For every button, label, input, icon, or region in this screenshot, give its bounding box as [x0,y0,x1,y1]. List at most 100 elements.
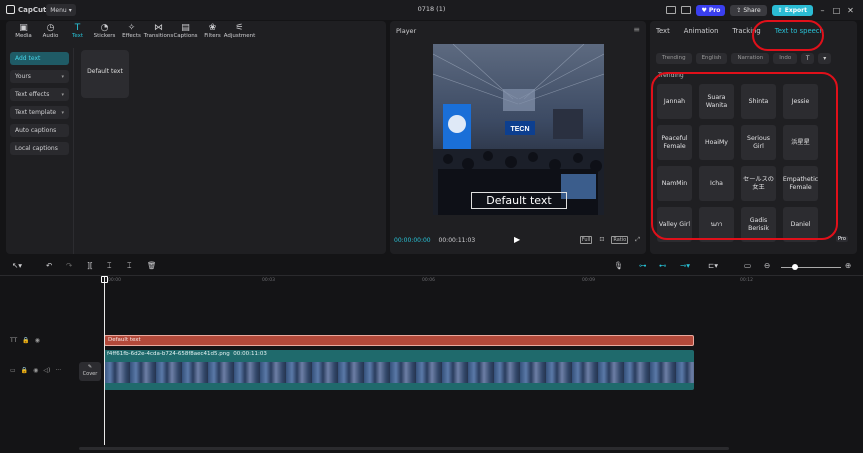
tab-label: Effects [122,33,141,39]
tab-audio[interactable]: ◷ Audio [37,21,64,45]
cover-button[interactable]: ✎ Cover [79,362,101,381]
tab-text[interactable]: Text [656,27,670,35]
eye-icon[interactable]: ◉ [35,337,40,344]
main-track-controls: ▭ 🔒 ◉ ◁) ··· [10,367,61,374]
sidebar-item-add-text[interactable]: Add text [10,52,69,65]
snap-icon[interactable]: ⊏▾ [708,261,718,270]
effects-icon: ✧ [127,23,136,33]
text-track-icon: TT [10,337,18,344]
clip-filename: f4ff61fb-6d2e-4cda-b724-658f8aec41d5.png [107,351,230,357]
tab-stickers[interactable]: ◔ Stickers [91,21,118,45]
hamburger-icon[interactable]: ≡ [633,25,640,34]
media-icon: ▣ [19,23,28,33]
chip-trending[interactable]: Trending [656,53,692,64]
sidebar-item-text-effects[interactable]: Text effects ▾ [10,88,69,101]
sidebar-item-local-captions[interactable]: Local captions [10,142,69,155]
transitions-icon: ⋈ [154,23,163,33]
lock-icon[interactable]: 🔒 [21,367,28,374]
player-panel: Player ≡ TECN Default text 00:00:00:00 0… [390,21,646,254]
stickers-icon: ◔ [100,23,109,33]
chevron-down-icon: ▾ [61,73,64,80]
audio-mute-icon[interactable]: ◁) [43,367,50,374]
zoom-in-icon[interactable]: ⊕ [845,261,851,270]
tab-captions[interactable]: ▤ Captions [172,21,199,45]
tab-label: Transitions [143,33,174,39]
microphone-icon[interactable]: 🎙 [614,261,624,270]
left-panel: ▣ Media ◷ Audio T Text ◔ Stickers ✧ Effects ⋈… [6,21,386,254]
playhead-handle[interactable] [101,276,108,283]
chip-narration[interactable]: Narration [731,53,770,64]
ruler-label: 00:09 [582,278,595,283]
tab-effects[interactable]: ✧ Effects [118,21,145,45]
default-text-card[interactable]: Default text [81,50,129,98]
zoom-slider[interactable] [781,267,841,268]
split-icon[interactable]: ][ [87,261,93,270]
video-preview[interactable]: TECN Default text [433,44,604,215]
select-tool-icon[interactable]: ↖▾ [12,261,22,270]
sidebar-item-text-template[interactable]: Text template ▾ [10,106,69,119]
zoom-slider-knob[interactable] [792,264,798,270]
edit-icon: ✎ [87,364,93,370]
playhead[interactable] [104,277,105,445]
chevron-down-icon[interactable]: ▾ [818,53,832,64]
caption-track-icon[interactable]: ▭ [744,261,751,270]
video-clip[interactable]: f4ff61fb-6d2e-4cda-b724-658f8aec41d5.png… [104,350,694,390]
timeline-ruler[interactable]: 00:00 00:03 00:06 00:09 00:12 [78,277,863,287]
clip-duration: 00:00:11:03 [233,351,267,357]
tab-media[interactable]: ▣ Media [10,21,37,45]
play-icon[interactable]: ▶ [514,235,520,244]
close-icon[interactable]: ✕ [846,6,855,15]
text-clip[interactable]: Default text [104,335,694,346]
tab-filters[interactable]: ❀ Filters [199,21,226,45]
text-size-icon[interactable]: T [801,53,815,64]
lock-icon[interactable]: 🔒 [22,337,29,344]
tab-transitions[interactable]: ⋈ Transitions [143,21,174,45]
highlight-circle [651,72,838,240]
player-title: Player [396,27,417,35]
chip-english[interactable]: English [695,53,728,64]
video-track-icon: ▭ [10,367,16,374]
title-bar: CapCut Menu ▾ 0718 (1) ♥ Pro ⇪ Share ⇧ E… [0,0,863,20]
full-button[interactable]: Full [579,236,593,244]
highlight-circle [752,20,824,51]
text-track-controls: TT 🔒 ◉ [10,337,40,344]
pro-button[interactable]: ♥ Pro [696,4,726,16]
fullscreen-icon[interactable]: ⤢ [635,236,640,244]
maximize-icon[interactable]: □ [832,6,841,15]
trim-left-icon[interactable]: ⌶ [107,261,112,271]
adjustment-icon: ⚟ [235,23,244,33]
ruler-label: 00:00 [108,278,121,283]
sidebar-item-yours[interactable]: Yours ▾ [10,70,69,83]
timeline-toolbar: ↖▾ ↶ ↷ ][ ⌶ ⌶ 🗑 🎙 ⊶ ⊷ ⊸▾ ⊏▾ ▭ ⊖ ⊕ [0,258,863,276]
crop-icon[interactable]: ⊡ [599,236,604,244]
tab-adjustment[interactable]: ⚟ Adjustment [224,21,256,45]
delete-icon[interactable]: 🗑 [147,261,157,270]
redo-icon[interactable]: ↷ [66,261,72,270]
timeline-scrollbar[interactable] [79,447,729,450]
magnet-icon[interactable]: ⊶ [639,261,647,270]
zoom-out-icon[interactable]: ⊖ [764,261,770,270]
tab-text[interactable]: T Text [64,21,91,45]
preview-axis-icon[interactable]: ⊸▾ [680,261,690,270]
export-button[interactable]: ⇧ Export [771,4,813,16]
sidebar-item-label: Text template [15,109,57,116]
share-button[interactable]: ⇪ Share [730,4,767,16]
tab-animation[interactable]: Animation [684,27,719,35]
layout-icon[interactable] [666,6,677,14]
ratio-button[interactable]: Ratio [611,236,629,244]
captions-icon: ▤ [181,23,190,33]
text-overlay[interactable]: Default text [471,192,567,209]
ruler-label: 00:06 [422,278,435,283]
link-icon[interactable]: ⊷ [659,261,667,270]
eye-icon[interactable]: ◉ [33,367,38,374]
text-icon: T [74,23,81,33]
undo-icon[interactable]: ↶ [46,261,52,270]
sidebar-item-auto-captions[interactable]: Auto captions [10,124,69,137]
event-hall-image: TECN [433,44,604,215]
trim-right-icon[interactable]: ⌶ [127,261,132,271]
chip-indo[interactable]: Indo [773,53,798,64]
minimize-icon[interactable]: – [818,6,827,15]
monitor-icon[interactable] [681,6,692,14]
more-icon[interactable]: ··· [55,367,61,374]
tab-label: Audio [42,33,59,39]
